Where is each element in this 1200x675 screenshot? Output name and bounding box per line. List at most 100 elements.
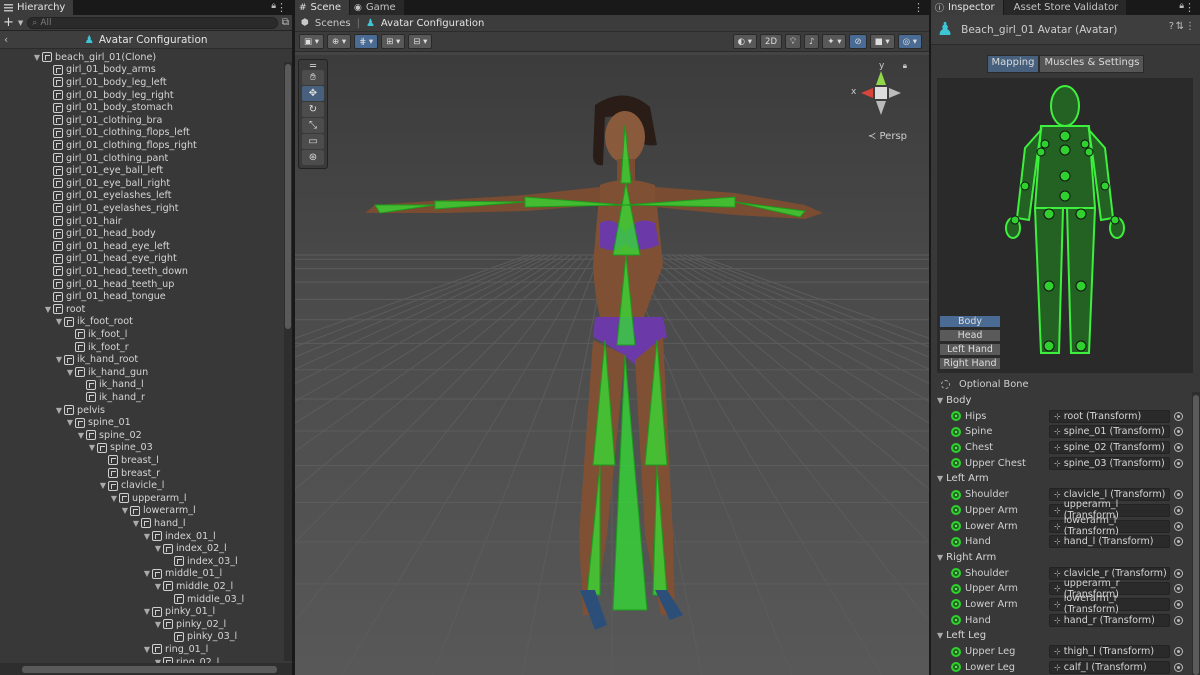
rotate-tool-icon[interactable]: ↻ — [302, 102, 324, 117]
scene-visibility-icon[interactable]: ⧉ — [282, 17, 289, 28]
inspector-more-icon[interactable]: ⋮ — [1184, 1, 1195, 14]
hierarchy-row[interactable]: girl_01_eye_ball_right — [0, 177, 170, 190]
object-picker-icon[interactable] — [1174, 411, 1183, 421]
transform-tool-icon[interactable]: ⊛ — [302, 150, 324, 165]
object-picker-icon[interactable] — [1174, 505, 1183, 515]
expand-arrow-icon[interactable]: ▼ — [54, 355, 64, 364]
expand-arrow-icon[interactable]: ▼ — [87, 443, 97, 452]
hierarchy-row[interactable]: ▼ pinky_02_l — [0, 618, 226, 631]
transform-field[interactable]: ⊹ lowerarm_r (Transform) — [1049, 593, 1170, 615]
orientation-gizmo[interactable]: y x 🔒︎ — [851, 61, 911, 133]
hierarchy-row[interactable]: girl_01_head_eye_right — [0, 253, 177, 266]
expand-arrow-icon[interactable]: ▼ — [98, 481, 108, 490]
inspector-scroll-thumb[interactable] — [1193, 395, 1199, 675]
tab-game[interactable]: ◉ Game — [350, 0, 405, 15]
hierarchy-row[interactable]: girl_01_head_tongue — [0, 290, 166, 303]
breadcrumb-current[interactable]: Avatar Configuration — [381, 18, 484, 29]
body-part-button[interactable]: Right Hand — [939, 357, 1001, 370]
bone-group-header[interactable]: ▼ Body — [931, 393, 1200, 409]
object-picker-icon[interactable] — [1174, 521, 1183, 531]
hierarchy-scroll-thumb[interactable] — [285, 64, 291, 329]
hierarchy-row[interactable]: breast_r — [0, 467, 160, 480]
back-arrow-icon[interactable]: ‹ — [4, 34, 8, 46]
expand-arrow-icon[interactable]: ▼ — [142, 645, 152, 654]
hierarchy-row[interactable]: ▼ ik_foot_root — [0, 316, 133, 329]
expand-arrow-icon[interactable]: ▼ — [142, 569, 152, 578]
object-picker-icon[interactable] — [1174, 584, 1183, 594]
move-tool-icon[interactable]: ✥ — [302, 86, 324, 101]
expand-arrow-icon[interactable]: ▼ — [153, 582, 163, 591]
tab-scene[interactable]: # Scene — [295, 0, 351, 15]
hierarchy-row[interactable]: girl_01_head_teeth_up — [0, 278, 174, 291]
tab-muscles-settings[interactable]: Muscles & Settings — [1039, 55, 1145, 73]
hierarchy-row[interactable]: girl_01_eye_ball_left — [0, 164, 163, 177]
hierarchy-row[interactable]: girl_01_clothing_flops_left — [0, 127, 190, 140]
hierarchy-row[interactable]: ▼ pelvis — [0, 404, 105, 417]
hierarchy-row[interactable]: girl_01_eyelashes_left — [0, 190, 172, 203]
hierarchy-row[interactable]: girl_01_body_leg_right — [0, 89, 174, 102]
camera-settings-icon[interactable]: ■ ▾ — [869, 34, 895, 49]
tab-asset-store-validator[interactable]: Asset Store Validator — [1003, 0, 1128, 15]
tools-handle[interactable]: ═ — [302, 61, 324, 72]
tab-hierarchy[interactable]: Hierarchy — [0, 0, 75, 15]
bone-group-header[interactable]: ▼ Left Leg — [931, 628, 1200, 644]
hierarchy-row[interactable]: girl_01_eyelashes_right — [0, 202, 179, 215]
bone-group-header[interactable]: ▼ Right Arm — [931, 550, 1200, 566]
expand-arrow-icon[interactable]: ▼ — [32, 53, 42, 62]
transform-field[interactable]: ⊹ spine_03 (Transform) — [1049, 456, 1170, 470]
expand-arrow-icon[interactable]: ▼ — [76, 431, 86, 440]
hierarchy-row[interactable]: ▼ clavicle_l — [0, 479, 165, 492]
object-picker-icon[interactable] — [1174, 490, 1183, 500]
hierarchy-row[interactable]: girl_01_body_stomach — [0, 101, 173, 114]
foldout-arrow-icon[interactable]: ▼ — [937, 396, 943, 405]
tab-inspector[interactable]: ⓘ Inspector — [931, 0, 1004, 15]
gizmo-lock-icon[interactable]: 🔒︎ — [903, 61, 907, 71]
global-toggle-button[interactable]: ⊕ ▾ — [327, 34, 352, 49]
transform-field[interactable]: ⊹ spine_01 (Transform) — [1049, 425, 1170, 439]
hierarchy-row[interactable]: ▼ beach_girl_01(Clone) — [0, 51, 156, 64]
transform-field[interactable]: ⊹ calf_l (Transform) — [1049, 660, 1170, 674]
object-picker-icon[interactable] — [1174, 647, 1183, 657]
expand-arrow-icon[interactable]: ▼ — [65, 418, 75, 427]
hierarchy-row[interactable]: ▼ middle_01_l — [0, 568, 222, 581]
help-icon[interactable]: ? — [1169, 21, 1174, 32]
transform-field[interactable]: ⊹ lowerarm_l (Transform) — [1049, 515, 1170, 537]
hierarchy-row[interactable]: pinky_03_l — [0, 631, 237, 644]
expand-arrow-icon[interactable]: ▼ — [142, 532, 152, 541]
hierarchy-row[interactable]: index_03_l — [0, 555, 238, 568]
hierarchy-row[interactable]: ik_foot_r — [0, 341, 129, 354]
preset-icon[interactable]: ⇅ — [1176, 21, 1184, 32]
hierarchy-row[interactable]: girl_01_body_arms — [0, 64, 156, 77]
expand-arrow-icon[interactable]: ▼ — [142, 607, 152, 616]
lighting-toggle-icon[interactable]: 💡︎ — [785, 34, 801, 49]
hierarchy-row[interactable]: girl_01_hair — [0, 215, 122, 228]
audio-toggle-icon[interactable]: ♪ — [803, 34, 820, 49]
toggle-2d-button[interactable]: 2D — [760, 34, 782, 49]
hierarchy-row[interactable]: ▼ upperarm_l — [0, 492, 187, 505]
object-picker-icon[interactable] — [1174, 443, 1183, 453]
hierarchy-row[interactable]: girl_01_body_leg_left — [0, 76, 167, 89]
effects-toggle-icon[interactable]: ✦ ▾ — [822, 34, 847, 49]
hierarchy-row[interactable]: middle_03_l — [0, 593, 244, 606]
hierarchy-row[interactable]: girl_01_head_eye_left — [0, 240, 170, 253]
hierarchy-row[interactable]: girl_01_clothing_bra — [0, 114, 162, 127]
hand-tool-icon[interactable]: ✋︎ — [302, 70, 324, 85]
snap-toggle-button[interactable]: ⋕ ▾ — [354, 34, 379, 49]
foldout-arrow-icon[interactable]: ▼ — [937, 553, 943, 562]
transform-field[interactable]: ⊹ hand_l (Transform) — [1049, 535, 1170, 549]
hierarchy-row[interactable]: ▼ ik_hand_gun — [0, 366, 148, 379]
hierarchy-row[interactable]: ik_foot_l — [0, 328, 127, 341]
hierarchy-row[interactable]: ik_hand_r — [0, 391, 145, 404]
expand-arrow-icon[interactable]: ▼ — [54, 317, 64, 326]
hierarchy-hscroll-thumb[interactable] — [22, 666, 277, 673]
object-picker-icon[interactable] — [1174, 599, 1183, 609]
hierarchy-row[interactable]: ▼ hand_l — [0, 517, 186, 530]
object-picker-icon[interactable] — [1174, 458, 1183, 468]
object-picker-icon[interactable] — [1174, 662, 1183, 672]
hierarchy-row[interactable]: girl_01_head_body — [0, 227, 156, 240]
foldout-arrow-icon[interactable]: ▼ — [937, 474, 943, 483]
transform-field[interactable]: ⊹ root (Transform) — [1049, 409, 1170, 423]
body-part-button[interactable]: Left Hand — [939, 343, 1001, 356]
gizmos-toggle-icon[interactable]: ◎ ▾ — [897, 34, 922, 49]
hierarchy-row[interactable]: ▼ spine_02 — [0, 429, 142, 442]
